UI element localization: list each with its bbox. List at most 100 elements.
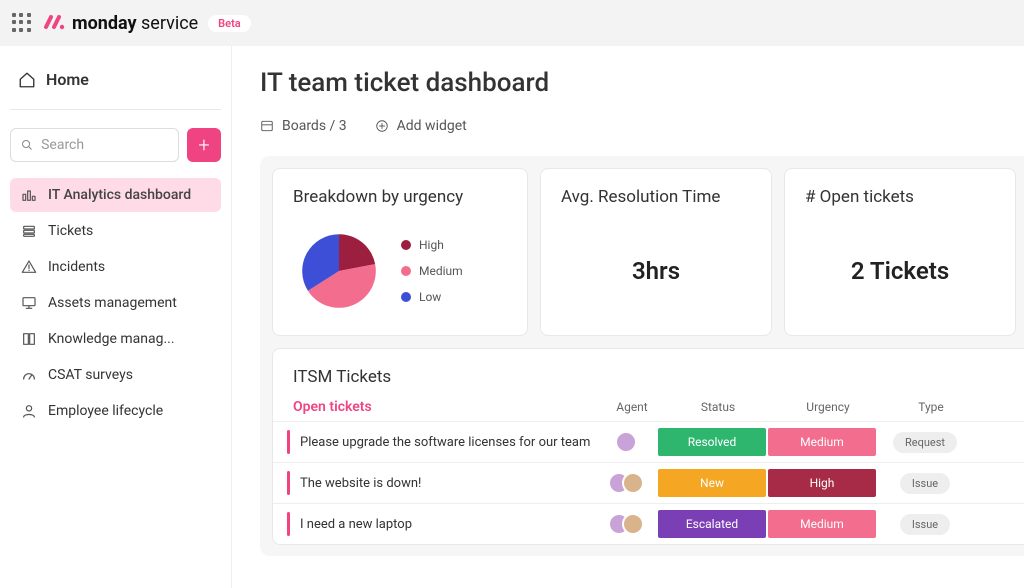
legend-item-high: High bbox=[401, 238, 463, 252]
sidebar-item-tickets[interactable]: Tickets bbox=[10, 214, 221, 248]
page-title: IT team ticket dashboard bbox=[260, 68, 1024, 98]
search-icon bbox=[21, 138, 33, 152]
avatar[interactable] bbox=[622, 513, 644, 535]
topbar: monday service Beta bbox=[0, 0, 1024, 46]
sidebar-item-label: CSAT surveys bbox=[48, 367, 133, 383]
plus-circle-icon bbox=[375, 119, 389, 133]
card-value: 3hrs bbox=[561, 257, 751, 285]
gauge-icon bbox=[20, 366, 38, 384]
card-itsm-tickets[interactable]: ITSM Tickets Open tickets Agent Status U… bbox=[272, 348, 1024, 545]
table-row[interactable]: Please upgrade the software licenses for… bbox=[273, 421, 1024, 462]
col-urgency: Urgency bbox=[773, 400, 883, 414]
warning-icon bbox=[20, 258, 38, 276]
urgency-pill[interactable]: Medium bbox=[768, 428, 876, 456]
avatar[interactable] bbox=[615, 431, 637, 453]
boards-switcher[interactable]: Boards / 3 bbox=[260, 118, 347, 134]
legend-item-low: Low bbox=[401, 290, 463, 304]
brand[interactable]: monday service Beta bbox=[42, 11, 251, 35]
status-pill[interactable]: New bbox=[658, 469, 766, 497]
main: IT team ticket dashboard Boards / 3 Add … bbox=[232, 46, 1024, 588]
agent-cell[interactable] bbox=[595, 472, 657, 494]
legend-label: Medium bbox=[419, 264, 463, 278]
row-marker bbox=[287, 471, 290, 495]
col-status: Status bbox=[663, 400, 773, 414]
status-pill[interactable]: Resolved bbox=[658, 428, 766, 456]
legend-item-medium: Medium bbox=[401, 264, 463, 278]
sidebar-item-csat-surveys[interactable]: CSAT surveys bbox=[10, 358, 221, 392]
urgency-pill[interactable]: Medium bbox=[768, 510, 876, 538]
row-marker bbox=[287, 512, 290, 536]
pie-legend: High Medium Low bbox=[401, 238, 463, 304]
sidebar-item-incidents[interactable]: Incidents bbox=[10, 250, 221, 284]
legend-dot-icon bbox=[401, 240, 411, 250]
legend-dot-icon bbox=[401, 266, 411, 276]
type-cell[interactable]: Request bbox=[877, 432, 973, 453]
agent-cell[interactable] bbox=[595, 431, 657, 453]
legend-label: High bbox=[419, 238, 444, 252]
book-icon bbox=[20, 330, 38, 348]
add-widget-label: Add widget bbox=[397, 118, 467, 134]
ticket-title: Please upgrade the software licenses for… bbox=[300, 435, 595, 450]
pie-chart bbox=[293, 225, 385, 317]
type-cell[interactable]: Issue bbox=[877, 473, 973, 494]
boards-icon bbox=[260, 119, 274, 133]
dashboard-area: Breakdown by urgency High Medium Low Avg. … bbox=[260, 156, 1024, 556]
sidebar-item-label: Incidents bbox=[48, 259, 105, 275]
beta-badge: Beta bbox=[208, 15, 251, 32]
card-breakdown-urgency[interactable]: Breakdown by urgency High Medium Low bbox=[272, 168, 528, 336]
sidebar-item-it-analytics-dashboard[interactable]: IT Analytics dashboard bbox=[10, 178, 221, 212]
table-row[interactable]: I need a new laptop EscalatedMediumIssue bbox=[273, 503, 1024, 544]
tickets-section-header: Open tickets Agent Status Urgency Type bbox=[273, 399, 1024, 421]
type-chip: Request bbox=[893, 432, 957, 453]
sidebar-item-assets-management[interactable]: Assets management bbox=[10, 286, 221, 320]
sidebar-item-label: Knowledge manag... bbox=[48, 331, 175, 347]
card-avg-resolution[interactable]: Avg. Resolution Time 3hrs bbox=[540, 168, 772, 336]
nav: IT Analytics dashboard Tickets Incidents As… bbox=[10, 178, 221, 428]
sidebar-item-label: Assets management bbox=[48, 295, 177, 311]
agent-cell[interactable] bbox=[595, 513, 657, 535]
brand-text: monday service bbox=[72, 13, 198, 34]
ticket-title: The website is down! bbox=[300, 476, 595, 491]
sidebar: Home + IT Analytics dashboard Tickets Inci… bbox=[0, 46, 232, 588]
card-title: Avg. Resolution Time bbox=[561, 187, 751, 207]
divider bbox=[10, 109, 221, 110]
monitor-icon bbox=[20, 294, 38, 312]
home-icon bbox=[18, 71, 36, 89]
sidebar-item-label: Employee lifecycle bbox=[48, 403, 163, 419]
brand-logo-icon bbox=[42, 11, 66, 35]
avatar[interactable] bbox=[622, 472, 644, 494]
toolbar: Boards / 3 Add widget bbox=[260, 118, 1024, 134]
card-title: Breakdown by urgency bbox=[293, 187, 507, 207]
home-label: Home bbox=[46, 70, 89, 89]
row-marker bbox=[287, 430, 290, 454]
boards-label: Boards / 3 bbox=[282, 118, 347, 134]
stack-icon bbox=[20, 222, 38, 240]
card-title: ITSM Tickets bbox=[273, 367, 1024, 399]
apps-grid-icon[interactable] bbox=[12, 13, 32, 33]
bar-chart-icon bbox=[20, 186, 38, 204]
add-widget-button[interactable]: Add widget bbox=[375, 118, 467, 134]
type-cell[interactable]: Issue bbox=[877, 514, 973, 535]
card-open-tickets[interactable]: # Open tickets 2 Tickets bbox=[784, 168, 1016, 336]
urgency-pill[interactable]: High bbox=[768, 469, 876, 497]
card-title: # Open tickets bbox=[805, 187, 995, 207]
legend-dot-icon bbox=[401, 292, 411, 302]
legend-label: Low bbox=[419, 290, 441, 304]
col-type: Type bbox=[883, 400, 979, 414]
search-input-wrap[interactable] bbox=[10, 128, 179, 162]
card-value: 2 Tickets bbox=[805, 257, 995, 285]
table-row[interactable]: The website is down! NewHigh Issue bbox=[273, 462, 1024, 503]
section-name[interactable]: Open tickets bbox=[293, 399, 601, 415]
home-link[interactable]: Home bbox=[10, 64, 221, 95]
sidebar-item-knowledge-manag[interactable]: Knowledge manag... bbox=[10, 322, 221, 356]
person-icon bbox=[20, 402, 38, 420]
status-pill[interactable]: Escalated bbox=[658, 510, 766, 538]
add-button[interactable]: + bbox=[187, 128, 221, 162]
sidebar-item-label: IT Analytics dashboard bbox=[48, 187, 191, 203]
sidebar-item-label: Tickets bbox=[48, 223, 93, 239]
search-input[interactable] bbox=[41, 137, 168, 153]
col-agent: Agent bbox=[601, 400, 663, 414]
sidebar-item-employee-lifecycle[interactable]: Employee lifecycle bbox=[10, 394, 221, 428]
type-chip: Issue bbox=[900, 473, 950, 494]
ticket-title: I need a new laptop bbox=[300, 517, 595, 532]
